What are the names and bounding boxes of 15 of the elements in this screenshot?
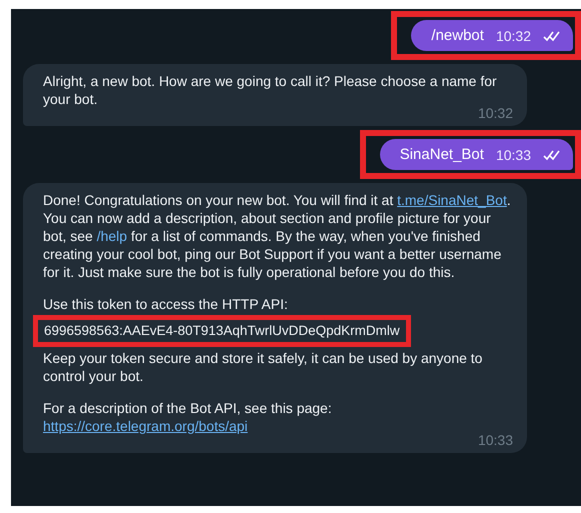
message-text: For a description of the Bot API, see this page: https://core.telegram.org/bots/api (43, 399, 333, 435)
message-time: 10:33 (496, 146, 531, 162)
link[interactable]: https://core.telegram.org/bots/api (43, 418, 248, 434)
message-text: Use this token to access the HTTP API: (43, 295, 289, 313)
message-time: 10:32 (496, 28, 531, 44)
message-text: /newbot (431, 27, 484, 44)
message-text: Done! Congratulations on your new bot. You will find it at t.me/SinaNet_Bot. You can now add a description, about section and profile picture for your bot, see /help for a list of commands. By the way, when you've finished creating your cool bot, ping our Bot Support if you want a better username for it. Just make sure the bot is fully operational before you do this. (43, 191, 512, 281)
double-check-icon (543, 148, 561, 160)
message-text: Keep your token secure and store it safely, it can be used by anyone to control your bot. (43, 349, 484, 385)
link[interactable]: t.me/SinaNet_Bot (397, 192, 507, 208)
command-link[interactable]: /help (96, 228, 128, 244)
token-text: 6996598563:AAEvE4-80T913AqhTwrlUvDDeQpdKrmDmlw (44, 322, 400, 340)
double-check-icon (543, 30, 561, 42)
message-time: 10:33 (478, 431, 513, 449)
message-text: SinaNet_Bot (400, 146, 484, 163)
